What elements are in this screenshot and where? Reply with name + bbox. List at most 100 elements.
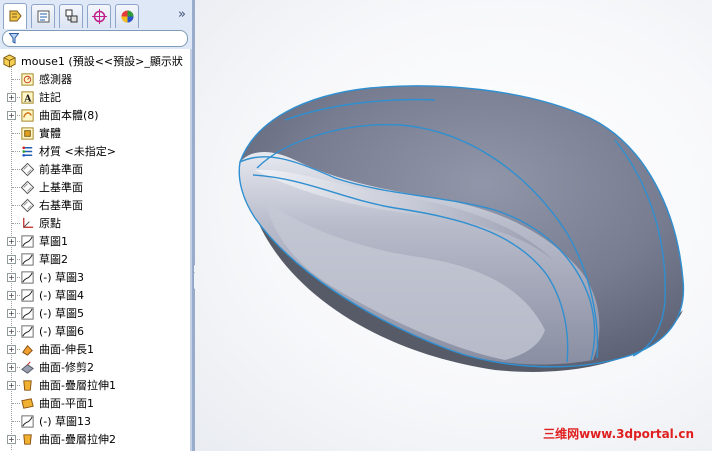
tree-item-label: 曲面-疊層拉伸1 — [39, 379, 116, 392]
material-icon — [22, 146, 33, 157]
panel-tab-1[interactable] — [3, 3, 27, 29]
featuremanager-tab-icon — [9, 10, 22, 22]
tree-item-label: 曲面本體(8) — [39, 109, 99, 122]
tree-expand-toggle[interactable]: + — [7, 93, 16, 102]
tree-item-label: 右基準面 — [39, 199, 83, 212]
tree-item[interactable]: 曲面-平面1 — [0, 395, 192, 412]
tree-item[interactable]: + (-) 草圖5 — [0, 305, 192, 322]
more-tabs-button[interactable]: » — [178, 7, 186, 22]
filter-icon — [9, 33, 19, 44]
origin-icon — [23, 217, 34, 228]
panel-tab-3[interactable] — [59, 4, 83, 28]
tree-item[interactable]: + 曲面-疊層拉伸2 — [0, 431, 192, 448]
svg-text:A: A — [23, 93, 32, 104]
tree-item[interactable]: + 草圖1 — [0, 233, 192, 250]
tree-item[interactable]: 材質 <未指定> — [0, 143, 192, 160]
tree-item-label: 草圖2 — [39, 253, 68, 266]
tree-item-label: 感測器 — [39, 73, 72, 86]
tree-guide-branch — [12, 133, 20, 134]
tree-filter-input[interactable] — [2, 30, 188, 47]
featuremanager-panel: » mouse1 (預設<<預設>_顯示狀 感測器 + A 註記 + 曲面本體(8) 實體 材質… — [0, 0, 192, 451]
tree-guide-branch — [12, 187, 20, 188]
tree-item[interactable]: 原點 — [0, 215, 192, 232]
sketch-icon — [21, 415, 34, 428]
tree-expand-toggle[interactable]: + — [7, 309, 16, 318]
tree-expand-toggle[interactable]: + — [7, 291, 16, 300]
sketch-icon — [21, 235, 34, 248]
panel-tab-5[interactable] — [115, 4, 139, 28]
sketch-icon — [21, 325, 34, 338]
tree-item-label: (-) 草圖13 — [39, 415, 92, 428]
sketch-icon — [21, 307, 34, 320]
configurationmanager-tab-icon — [65, 9, 77, 23]
tree-expand-toggle[interactable]: + — [7, 255, 16, 264]
tree-item-label: 曲面-疊層拉伸2 — [39, 433, 116, 446]
solid-bodies-icon — [21, 127, 34, 140]
surface-trim-icon — [21, 361, 34, 374]
annotations-icon: A — [21, 91, 34, 104]
tree-item-label: 材質 <未指定> — [39, 145, 116, 158]
tree-item-label: 上基準面 — [39, 181, 83, 194]
plane-icon — [20, 180, 35, 195]
sketch-icon — [21, 271, 34, 284]
tree-expand-toggle[interactable]: + — [7, 381, 16, 390]
tree-guide-branch — [12, 169, 20, 170]
tree-item[interactable]: + 曲面-疊層拉伸1 — [0, 377, 192, 394]
tree-guide-branch — [12, 403, 20, 404]
panel-tabs — [0, 0, 192, 30]
tree-item[interactable]: + (-) 草圖6 — [0, 323, 192, 340]
panel-tab-2[interactable] — [31, 4, 55, 28]
display-manager-tab-icon — [121, 10, 133, 23]
tree-item[interactable]: + 草圖2 — [0, 251, 192, 268]
surface-bodies-icon — [21, 109, 34, 122]
tree-guide-branch — [12, 421, 20, 422]
plane-icon — [20, 162, 35, 177]
tree-item[interactable]: + (-) 草圖4 — [0, 287, 192, 304]
tree-item[interactable]: + 曲面-修剪2 — [0, 359, 192, 376]
surface-loft-icon — [23, 380, 32, 391]
tree-expand-toggle[interactable]: + — [7, 273, 16, 282]
tree-item-label: 原點 — [39, 217, 61, 230]
tree-guide-branch — [12, 223, 20, 224]
graphics-viewport[interactable]: 三维网www.3dportal.cn — [195, 0, 712, 451]
tree-item-label: 曲面-修剪2 — [39, 361, 94, 374]
tree-item-label: (-) 草圖5 — [39, 307, 85, 320]
dimxpert-tab-icon — [91, 9, 107, 24]
part-icon — [3, 54, 16, 68]
tree-root-part[interactable]: mouse1 (預設<<預設>_顯示狀 — [0, 53, 192, 70]
tree-item-label: (-) 草圖6 — [39, 325, 85, 338]
surface-loft-icon — [23, 434, 32, 445]
tree-guide-branch — [12, 79, 20, 80]
panel-tab-4[interactable] — [87, 4, 111, 28]
tree-item-label: mouse1 (預設<<預設>_顯示狀 — [21, 55, 183, 68]
tree-expand-toggle[interactable]: + — [7, 111, 16, 120]
plane-icon — [20, 198, 35, 213]
tree-expand-toggle[interactable]: + — [7, 345, 16, 354]
feature-tree: mouse1 (預設<<預設>_顯示狀 感測器 + A 註記 + 曲面本體(8) 實體 材質 <… — [0, 49, 192, 451]
sketch-icon — [21, 289, 34, 302]
tree-item[interactable]: 上基準面 — [0, 179, 192, 196]
tree-item[interactable]: (-) 草圖13 — [0, 413, 192, 430]
tree-item[interactable]: + (-) 草圖3 — [0, 269, 192, 286]
tree-item-label: 前基準面 — [39, 163, 83, 176]
tree-item-label: 曲面-平面1 — [39, 397, 94, 410]
tree-item[interactable]: 實體 — [0, 125, 192, 142]
tree-guide-branch — [12, 151, 20, 152]
tree-expand-toggle[interactable]: + — [7, 327, 16, 336]
tree-guide-branch — [12, 205, 20, 206]
tree-item-label: 草圖1 — [39, 235, 68, 248]
tree-expand-toggle[interactable]: + — [7, 237, 16, 246]
tree-expand-toggle[interactable]: + — [7, 363, 16, 372]
tree-item-label: (-) 草圖3 — [39, 271, 85, 284]
tree-item-label: (-) 草圖4 — [39, 289, 85, 302]
tree-item[interactable]: 前基準面 — [0, 161, 192, 178]
tree-item-label: 實體 — [39, 127, 61, 140]
tree-item[interactable]: + 曲面本體(8) — [0, 107, 192, 124]
tree-expand-toggle[interactable]: + — [7, 435, 16, 444]
tree-item[interactable]: 右基準面 — [0, 197, 192, 214]
propertymanager-tab-icon — [37, 10, 49, 23]
tree-item[interactable]: 感測器 — [0, 71, 192, 88]
planar-surface-icon — [21, 398, 34, 409]
tree-item[interactable]: + A 註記 — [0, 89, 192, 106]
tree-item[interactable]: + 曲面-伸長1 — [0, 341, 192, 358]
